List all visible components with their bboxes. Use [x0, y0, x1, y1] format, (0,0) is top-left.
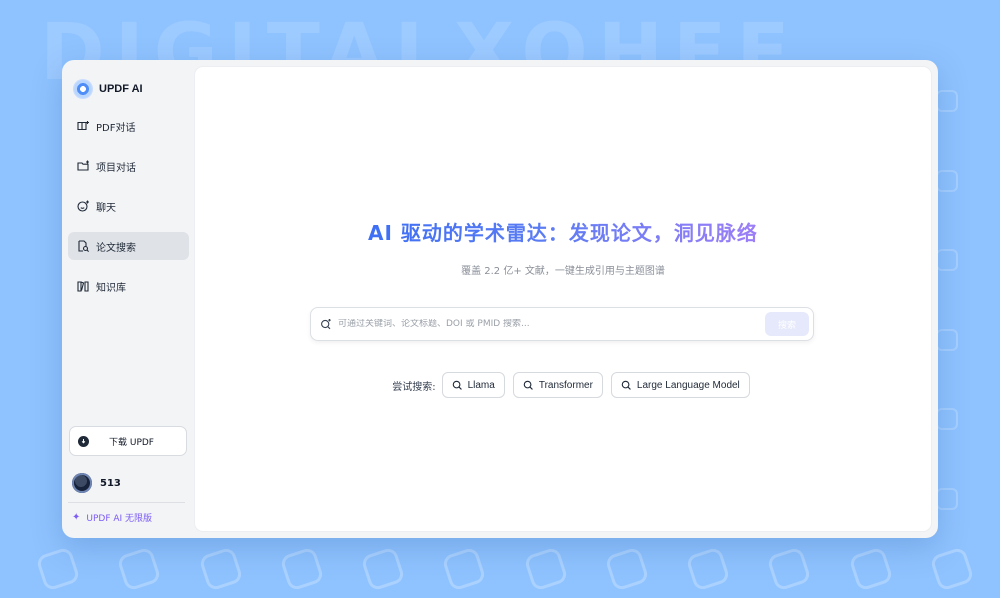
smile-chat-icon: [76, 199, 90, 213]
search-icon: [452, 380, 462, 390]
download-label: 下载 UPDF: [109, 437, 154, 448]
sidebar: UPDF AI PDF对话 项目对话 聊天 论文搜索 知识库 下载 UPDF 5…: [62, 67, 195, 531]
folder-icon: [76, 159, 90, 173]
avatar: [72, 473, 92, 493]
pdf-chat-icon: [76, 119, 90, 133]
search-bar: 搜索: [310, 307, 814, 341]
page-title: AI 驱动的学术雷达：发现论文，洞见脉络: [195, 217, 931, 246]
background-side-icons: [936, 90, 960, 510]
updf-logo-icon: [74, 80, 92, 98]
search-button[interactable]: 搜索: [765, 312, 809, 336]
sidebar-item-project-chat[interactable]: 项目对话: [68, 152, 189, 180]
download-icon: [78, 435, 89, 447]
user-profile[interactable]: 513: [68, 472, 189, 494]
suggestion-chip-label: Transformer: [538, 379, 593, 391]
sidebar-item-label: 项目对话: [96, 162, 136, 174]
search-icon: [621, 380, 631, 390]
sidebar-item-pdf-chat[interactable]: PDF对话: [68, 112, 189, 140]
sidebar-item-chat[interactable]: 聊天: [68, 192, 189, 220]
sidebar-item-label: 论文搜索: [96, 242, 136, 254]
brand-name: UPDF AI: [99, 83, 143, 95]
main-panel: AI 驱动的学术雷达：发现论文，洞见脉络 覆盖 2.2 亿+ 文献，一键生成引用…: [195, 67, 931, 531]
suggestion-chip-large-language-model[interactable]: Large Language Model: [610, 372, 750, 398]
sidebar-footer: 下载 UPDF 513 ✦ UPDF AI 无限版: [68, 426, 189, 531]
paper-search-icon: [76, 239, 90, 253]
plan-upgrade-link[interactable]: ✦ UPDF AI 无限版: [68, 503, 189, 531]
background-icon-pattern: [35, 540, 975, 598]
app-window: UPDF AI PDF对话 项目对话 聊天 论文搜索 知识库 下载 UPDF 5…: [62, 60, 938, 538]
page-subtitle: 覆盖 2.2 亿+ 文献，一键生成引用与主题图谱: [461, 266, 665, 277]
suggestion-chip-llama[interactable]: Llama: [441, 372, 505, 398]
sidebar-item-knowledge-base[interactable]: 知识库: [68, 272, 189, 300]
brand[interactable]: UPDF AI: [68, 72, 189, 106]
suggestion-chip-label: Llama: [467, 379, 495, 391]
page-title-text: AI 驱动的学术雷达：发现论文，洞见脉络: [368, 221, 758, 245]
sidebar-item-label: PDF对话: [96, 122, 136, 134]
sidebar-item-label: 聊天: [96, 202, 116, 214]
library-icon: [76, 279, 90, 293]
sidebar-nav: PDF对话 项目对话 聊天 论文搜索 知识库: [68, 112, 189, 300]
download-updf-button[interactable]: 下载 UPDF: [69, 426, 187, 456]
plan-label: UPDF AI 无限版: [86, 513, 153, 524]
ai-search-icon: [321, 319, 331, 330]
sparkle-icon: ✦: [72, 511, 81, 523]
search-icon: [523, 380, 533, 390]
try-search-label: 尝试搜索:: [392, 381, 436, 393]
search-input[interactable]: [338, 319, 765, 329]
user-name: 513: [100, 477, 121, 489]
search-suggestions: 尝试搜索: Llama Transformer Large Language M…: [195, 372, 931, 398]
sidebar-item-label: 知识库: [96, 282, 126, 294]
suggestion-chip-transformer[interactable]: Transformer: [512, 372, 603, 398]
sidebar-item-paper-search[interactable]: 论文搜索: [68, 232, 189, 260]
suggestion-chip-label: Large Language Model: [636, 379, 740, 391]
